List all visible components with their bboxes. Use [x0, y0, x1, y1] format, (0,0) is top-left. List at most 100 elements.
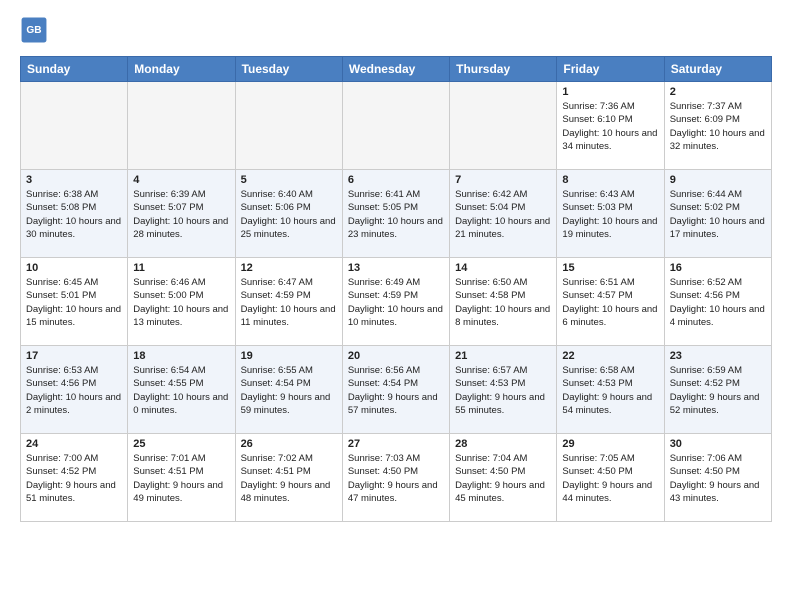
page: GB SundayMondayTuesdayWednesdayThursdayF… — [0, 0, 792, 532]
day-cell: 12Sunrise: 6:47 AM Sunset: 4:59 PM Dayli… — [235, 258, 342, 346]
day-info: Sunrise: 6:39 AM Sunset: 5:07 PM Dayligh… — [133, 188, 229, 241]
calendar: SundayMondayTuesdayWednesdayThursdayFrid… — [20, 56, 772, 522]
day-cell: 18 Sunrise: 6:54 AM Sunset: 4:55 PM Dayli… — [128, 346, 235, 434]
day-info: Sunrise: 7:04 AM Sunset: 4:50 PM Dayligh… — [455, 452, 551, 505]
day-cell — [128, 82, 235, 170]
day-cell: 14 Sunrise: 6:50 AM Sunset: 4:58 PM Dayli… — [450, 258, 557, 346]
day-number: 15 — [562, 262, 658, 274]
day-info: Sunrise: 6:47 AM Sunset: 4:59 PM Dayligh… — [241, 276, 337, 329]
day-cell: 29 Sunrise: 7:05 AM Sunset: 4:50 PM Dayli… — [557, 434, 664, 522]
day-info: Sunrise: 6:54 AM Sunset: 4:55 PM Dayligh… — [133, 364, 229, 417]
day-cell: 24 Sunrise: 7:00 AM Sunset: 4:52 PM Dayli… — [21, 434, 128, 522]
day-number: 3 — [26, 174, 122, 186]
day-number: 24 — [26, 438, 122, 450]
day-info: Sunrise: 7:01 AM Sunset: 4:51 PM Dayligh… — [133, 452, 229, 505]
day-number: 19 — [241, 350, 337, 362]
day-number: 20 — [348, 350, 444, 362]
day-number: 17 — [26, 350, 122, 362]
day-info: Sunrise: 6:50 AM Sunset: 4:58 PM Dayligh… — [455, 276, 551, 329]
day-cell: 27Sunrise: 7:03 AM Sunset: 4:50 PM Dayli… — [342, 434, 449, 522]
day-cell: 17 Sunrise: 6:53 AM Sunset: 4:56 PM Dayli… — [21, 346, 128, 434]
day-cell: 10 Sunrise: 6:45 AM Sunset: 5:01 PM Dayli… — [21, 258, 128, 346]
day-info: Sunrise: 6:56 AM Sunset: 4:54 PM Dayligh… — [348, 364, 444, 417]
day-cell: 26Sunrise: 7:02 AM Sunset: 4:51 PM Dayli… — [235, 434, 342, 522]
day-number: 5 — [241, 174, 337, 186]
svg-text:GB: GB — [26, 25, 41, 36]
day-number: 30 — [670, 438, 766, 450]
day-number: 7 — [455, 174, 551, 186]
day-info: Sunrise: 6:41 AM Sunset: 5:05 PM Dayligh… — [348, 188, 444, 241]
day-cell: 16Sunrise: 6:52 AM Sunset: 4:56 PM Dayli… — [664, 258, 771, 346]
day-number: 8 — [562, 174, 658, 186]
day-info: Sunrise: 6:49 AM Sunset: 4:59 PM Dayligh… — [348, 276, 444, 329]
day-cell: 3Sunrise: 6:38 AM Sunset: 5:08 PM Daylig… — [21, 170, 128, 258]
day-number: 11 — [133, 262, 229, 274]
day-number: 21 — [455, 350, 551, 362]
day-cell: 20 Sunrise: 6:56 AM Sunset: 4:54 PM Dayli… — [342, 346, 449, 434]
day-cell — [450, 82, 557, 170]
day-number: 16 — [670, 262, 766, 274]
day-cell: 30 Sunrise: 7:06 AM Sunset: 4:50 PM Dayli… — [664, 434, 771, 522]
day-info: Sunrise: 7:06 AM Sunset: 4:50 PM Dayligh… — [670, 452, 766, 505]
day-number: 14 — [455, 262, 551, 274]
day-info: Sunrise: 6:46 AM Sunset: 5:00 PM Dayligh… — [133, 276, 229, 329]
day-cell: 6 Sunrise: 6:41 AM Sunset: 5:05 PM Daylig… — [342, 170, 449, 258]
day-cell: 28 Sunrise: 7:04 AM Sunset: 4:50 PM Dayli… — [450, 434, 557, 522]
day-info: Sunrise: 7:36 AM Sunset: 6:10 PM Dayligh… — [562, 100, 658, 153]
day-number: 1 — [562, 86, 658, 98]
day-cell — [235, 82, 342, 170]
day-number: 6 — [348, 174, 444, 186]
day-cell: 2Sunrise: 7:37 AM Sunset: 6:09 PM Daylig… — [664, 82, 771, 170]
day-cell: 8 Sunrise: 6:43 AM Sunset: 5:03 PM Daylig… — [557, 170, 664, 258]
weekday-header-sunday: Sunday — [21, 57, 128, 82]
weekday-header-friday: Friday — [557, 57, 664, 82]
day-number: 2 — [670, 86, 766, 98]
day-cell — [21, 82, 128, 170]
day-number: 13 — [348, 262, 444, 274]
day-info: Sunrise: 7:03 AM Sunset: 4:50 PM Dayligh… — [348, 452, 444, 505]
day-info: Sunrise: 6:59 AM Sunset: 4:52 PM Dayligh… — [670, 364, 766, 417]
day-info: Sunrise: 6:44 AM Sunset: 5:02 PM Dayligh… — [670, 188, 766, 241]
day-number: 22 — [562, 350, 658, 362]
day-info: Sunrise: 6:43 AM Sunset: 5:03 PM Dayligh… — [562, 188, 658, 241]
weekday-header-saturday: Saturday — [664, 57, 771, 82]
day-cell: 13 Sunrise: 6:49 AM Sunset: 4:59 PM Dayli… — [342, 258, 449, 346]
day-info: Sunrise: 7:00 AM Sunset: 4:52 PM Dayligh… — [26, 452, 122, 505]
day-number: 28 — [455, 438, 551, 450]
day-info: Sunrise: 7:05 AM Sunset: 4:50 PM Dayligh… — [562, 452, 658, 505]
week-row-1: 3Sunrise: 6:38 AM Sunset: 5:08 PM Daylig… — [21, 170, 772, 258]
day-info: Sunrise: 6:58 AM Sunset: 4:53 PM Dayligh… — [562, 364, 658, 417]
day-number: 18 — [133, 350, 229, 362]
day-info: Sunrise: 6:45 AM Sunset: 5:01 PM Dayligh… — [26, 276, 122, 329]
day-info: Sunrise: 6:40 AM Sunset: 5:06 PM Dayligh… — [241, 188, 337, 241]
day-info: Sunrise: 6:53 AM Sunset: 4:56 PM Dayligh… — [26, 364, 122, 417]
weekday-header-row: SundayMondayTuesdayWednesdayThursdayFrid… — [21, 57, 772, 82]
day-cell: 15 Sunrise: 6:51 AM Sunset: 4:57 PM Dayli… — [557, 258, 664, 346]
day-cell: 9 Sunrise: 6:44 AM Sunset: 5:02 PM Daylig… — [664, 170, 771, 258]
day-number: 9 — [670, 174, 766, 186]
day-info: Sunrise: 6:51 AM Sunset: 4:57 PM Dayligh… — [562, 276, 658, 329]
day-cell: 4 Sunrise: 6:39 AM Sunset: 5:07 PM Daylig… — [128, 170, 235, 258]
week-row-2: 10 Sunrise: 6:45 AM Sunset: 5:01 PM Dayli… — [21, 258, 772, 346]
day-cell: 22 Sunrise: 6:58 AM Sunset: 4:53 PM Dayli… — [557, 346, 664, 434]
header: GB — [20, 16, 772, 44]
logo: GB — [20, 16, 52, 44]
day-number: 23 — [670, 350, 766, 362]
day-cell: 11 Sunrise: 6:46 AM Sunset: 5:00 PM Dayli… — [128, 258, 235, 346]
week-row-3: 17 Sunrise: 6:53 AM Sunset: 4:56 PM Dayli… — [21, 346, 772, 434]
day-number: 29 — [562, 438, 658, 450]
day-number: 25 — [133, 438, 229, 450]
day-cell: 23 Sunrise: 6:59 AM Sunset: 4:52 PM Dayli… — [664, 346, 771, 434]
day-info: Sunrise: 7:02 AM Sunset: 4:51 PM Dayligh… — [241, 452, 337, 505]
day-cell: 7 Sunrise: 6:42 AM Sunset: 5:04 PM Daylig… — [450, 170, 557, 258]
week-row-0: 1 Sunrise: 7:36 AM Sunset: 6:10 PM Daylig… — [21, 82, 772, 170]
weekday-header-thursday: Thursday — [450, 57, 557, 82]
day-cell: 1 Sunrise: 7:36 AM Sunset: 6:10 PM Daylig… — [557, 82, 664, 170]
day-cell: 19Sunrise: 6:55 AM Sunset: 4:54 PM Dayli… — [235, 346, 342, 434]
day-cell: 21Sunrise: 6:57 AM Sunset: 4:53 PM Dayli… — [450, 346, 557, 434]
weekday-header-monday: Monday — [128, 57, 235, 82]
day-info: Sunrise: 6:42 AM Sunset: 5:04 PM Dayligh… — [455, 188, 551, 241]
day-number: 4 — [133, 174, 229, 186]
day-cell — [342, 82, 449, 170]
day-number: 10 — [26, 262, 122, 274]
